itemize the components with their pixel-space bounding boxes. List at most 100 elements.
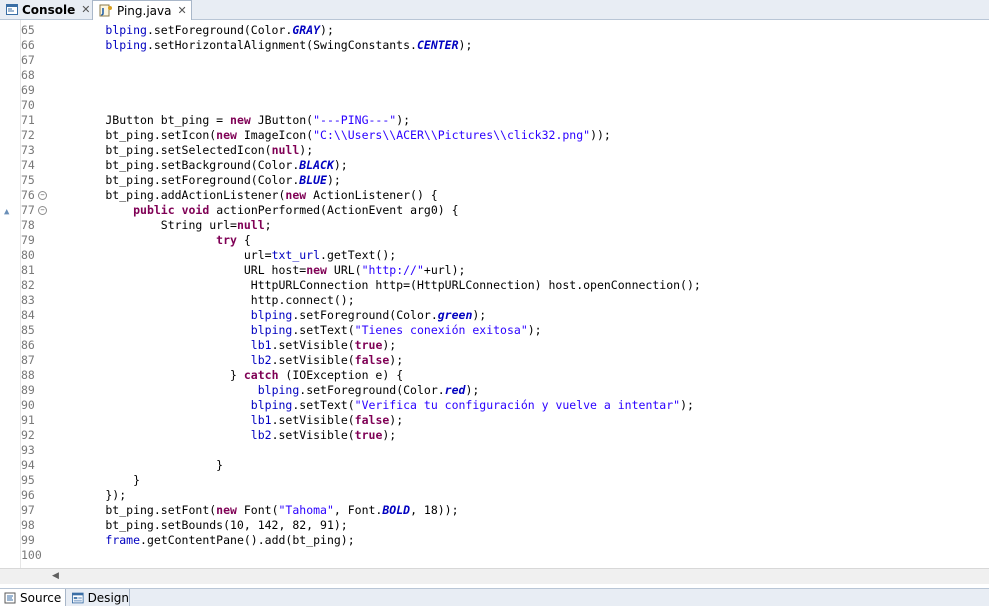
code-token: bt_ping.setSelectedIcon( [50, 143, 272, 157]
code-text: blping.setHorizontalAlignment(SwingConst… [50, 38, 472, 53]
code-token: ); [326, 173, 341, 187]
code-line[interactable]: 93 [0, 443, 989, 458]
code-token: new [230, 113, 251, 127]
close-icon[interactable]: ✕ [81, 3, 90, 16]
tab-console[interactable]: Console ✕ [0, 0, 92, 19]
tab-source[interactable]: Source [0, 589, 66, 606]
code-line[interactable]: 65 blping.setForeground(Color.GRAY); [0, 23, 989, 38]
code-line[interactable]: 70 [0, 98, 989, 113]
code-line[interactable]: 89 blping.setForeground(Color.red); [0, 383, 989, 398]
code-line[interactable]: 79 try { [0, 233, 989, 248]
line-number: 92 [21, 428, 35, 442]
code-line[interactable]: 88 } catch (IOException e) { [0, 368, 989, 383]
code-line[interactable]: 86 lb1.setVisible(true); [0, 338, 989, 353]
line-number: 85 [21, 323, 35, 337]
code-line[interactable]: 96 }); [0, 488, 989, 503]
code-line[interactable]: 83 http.connect(); [0, 293, 989, 308]
fold-toggle-icon[interactable]: − [38, 191, 47, 200]
close-icon[interactable]: ✕ [178, 4, 187, 17]
line-number: 86 [21, 338, 35, 352]
code-token: ); [680, 398, 694, 412]
code-text: lb1.setVisible(true); [50, 338, 396, 353]
code-line[interactable]: 74 bt_ping.setBackground(Color.BLACK); [0, 158, 989, 173]
code-token: lb1 [250, 413, 272, 427]
code-token: bt_ping.setBackground(Color. [50, 158, 300, 172]
code-line[interactable]: 97 bt_ping.setFont(new Font("Tahoma", Fo… [0, 503, 989, 518]
code-token: , Font. [333, 503, 383, 517]
code-line[interactable]: 85 blping.setText("Tienes conexión exito… [0, 323, 989, 338]
code-line[interactable]: 94 } [0, 458, 989, 473]
svg-text:J: J [101, 7, 105, 16]
editor-tab-bar: Console ✕ J Ping.java ✕ [0, 0, 989, 20]
code-token: false [354, 353, 390, 367]
code-token: , 18)); [410, 503, 459, 517]
code-line[interactable]: 80 url=txt_url.getText(); [0, 248, 989, 263]
code-line[interactable]: 71 JButton bt_ping = new JButton("---PIN… [0, 113, 989, 128]
line-number: 97 [21, 503, 35, 517]
code-line[interactable]: 67 [0, 53, 989, 68]
code-line[interactable]: 77− ▲ public void actionPerformed(ActionE… [0, 203, 989, 218]
line-number: 81 [21, 263, 35, 277]
line-number: 91 [21, 413, 35, 427]
code-line[interactable]: 84 blping.setForeground(Color.green); [0, 308, 989, 323]
code-line[interactable]: 81 URL host=new URL("http://"+url); [0, 263, 989, 278]
code-token: HttpURLConnection http=(HttpURLConnectio… [50, 278, 701, 292]
code-token: ; [264, 218, 272, 232]
source-icon [4, 592, 16, 603]
code-text: } catch (IOException e) { [50, 368, 403, 383]
scroll-left-arrow-icon[interactable]: ◀ [52, 571, 59, 581]
horizontal-scrollbar[interactable]: ◀ [0, 568, 989, 584]
tab-ping-java[interactable]: J Ping.java ✕ [92, 0, 192, 20]
code-editor[interactable]: 65 blping.setForeground(Color.GRAY); 66 b… [0, 20, 989, 568]
code-text: blping.setForeground(Color.green); [50, 308, 486, 323]
code-line[interactable]: 95 } [0, 473, 989, 488]
code-line[interactable]: 100 [0, 548, 989, 563]
editor-bottom-tabs: Source Design [0, 588, 989, 606]
tab-design[interactable]: Design [68, 589, 130, 606]
code-line[interactable]: 98 bt_ping.setBounds(10, 142, 82, 91); [0, 518, 989, 533]
code-token: ); [458, 38, 473, 52]
code-line[interactable]: 75 bt_ping.setForeground(Color.BLUE); [0, 173, 989, 188]
line-number: 98 [21, 518, 35, 532]
code-token: blping [105, 23, 147, 37]
code-token: .setVisible( [271, 338, 355, 352]
code-text: lb2.setVisible(true); [50, 428, 396, 443]
code-token: .getContentPane().add(bt_ping); [140, 533, 355, 547]
code-line[interactable]: 68 [0, 68, 989, 83]
code-token: false [354, 413, 390, 427]
code-text: HttpURLConnection http=(HttpURLConnectio… [50, 278, 701, 293]
code-text: frame.getContentPane().add(bt_ping); [50, 533, 355, 548]
code-token: JButton( [250, 113, 314, 127]
code-token: ); [389, 413, 404, 427]
code-line[interactable]: 73 bt_ping.setSelectedIcon(null); [0, 143, 989, 158]
code-token: frame [105, 533, 141, 547]
code-line[interactable]: 99 frame.getContentPane().add(bt_ping); [0, 533, 989, 548]
code-line[interactable]: 78 String url=null; [0, 218, 989, 233]
code-text: bt_ping.setBounds(10, 142, 82, 91); [50, 518, 347, 533]
line-number: 95 [21, 473, 35, 487]
line-number: 74 [21, 158, 35, 172]
code-line[interactable]: 87 lb2.setVisible(false); [0, 353, 989, 368]
code-line[interactable]: 82 HttpURLConnection http=(HttpURLConnec… [0, 278, 989, 293]
code-line[interactable]: 66 blping.setHorizontalAlignment(SwingCo… [0, 38, 989, 53]
line-number: 93 [21, 443, 35, 457]
code-line[interactable]: 72 bt_ping.setIcon(new ImageIcon("C:\\Us… [0, 128, 989, 143]
code-line[interactable]: 91 lb1.setVisible(false); [0, 413, 989, 428]
line-number: 73 [21, 143, 35, 157]
code-token: bt_ping.setIcon( [50, 128, 217, 142]
code-token: bt_ping.setForeground(Color. [50, 173, 300, 187]
code-text: url=txt_url.getText(); [50, 248, 396, 263]
fold-toggle-icon[interactable]: − [38, 206, 47, 215]
code-line[interactable]: 92 lb2.setVisible(true); [0, 428, 989, 443]
code-line[interactable]: 90 blping.setText("Verifica tu configura… [0, 398, 989, 413]
line-number: 89 [21, 383, 35, 397]
code-token: ); [472, 308, 487, 322]
code-line[interactable]: 69 [0, 83, 989, 98]
code-line[interactable]: 76− bt_ping.addActionListener(new Action… [0, 188, 989, 203]
code-token: .setVisible( [271, 353, 355, 367]
java-file-icon: J [99, 4, 112, 17]
